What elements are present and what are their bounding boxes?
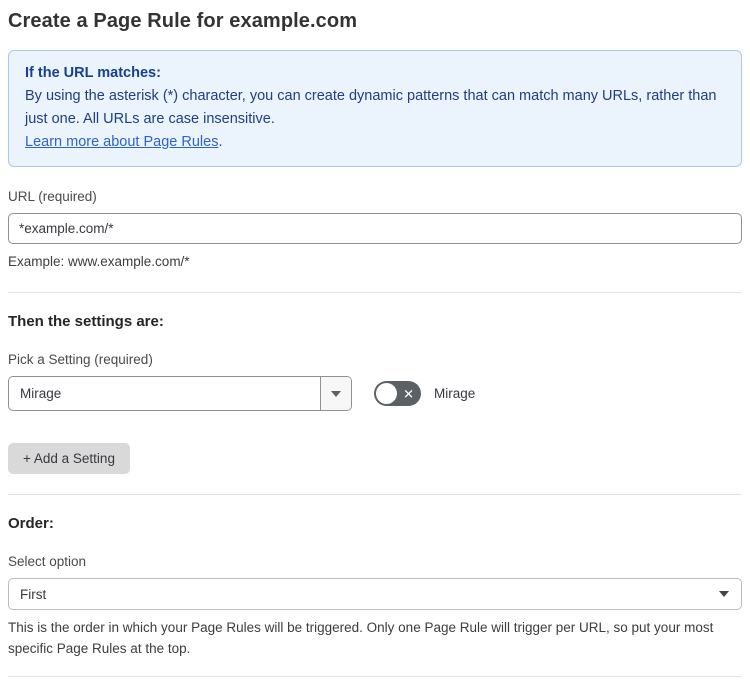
create-page-rule-panel: Create a Page Rule for example.com If th… [0,0,750,684]
url-match-info-box: If the URL matches: By using the asteris… [8,50,742,167]
toggle-off-x-icon: ✕ [403,386,414,401]
setting-picker-value: Mirage [20,386,62,401]
order-section-heading: Order: [8,515,54,532]
setting-row: Mirage ✕ Mirage [8,376,742,411]
chevron-down-icon [719,591,729,597]
url-example-helper: Example: www.example.com/* [8,254,190,269]
mirage-toggle-group: ✕ Mirage [374,381,475,406]
info-box-heading: If the URL matches: [25,65,161,81]
mirage-toggle[interactable]: ✕ [374,381,421,406]
pick-setting-label: Pick a Setting (required) [8,352,153,367]
section-divider [8,494,742,495]
settings-section-heading: Then the settings are: [8,313,164,330]
order-select-value: First [20,586,47,602]
order-select-label: Select option [8,554,87,569]
order-select-dropdown[interactable]: First [8,578,742,610]
chevron-down-icon [331,390,341,397]
section-divider [8,292,742,293]
order-helper-text: This is the order in which your Page Rul… [8,620,714,656]
toggle-knob [376,383,397,404]
setting-picker-caret-button[interactable] [320,377,351,410]
add-setting-button[interactable]: + Add a Setting [8,443,130,474]
url-input[interactable] [8,213,742,244]
learn-more-link[interactable]: Learn more about Page Rules [25,134,218,150]
info-box-link-line: Learn more about Page Rules. [25,131,725,154]
link-suffix: . [218,134,223,150]
footer-divider [8,676,742,677]
info-box-body: By using the asterisk (*) character, you… [25,88,717,127]
url-field-label: URL (required) [8,189,97,204]
mirage-toggle-label: Mirage [434,386,476,401]
page-title: Create a Page Rule for example.com [8,10,358,32]
setting-picker-dropdown[interactable]: Mirage [8,376,352,411]
